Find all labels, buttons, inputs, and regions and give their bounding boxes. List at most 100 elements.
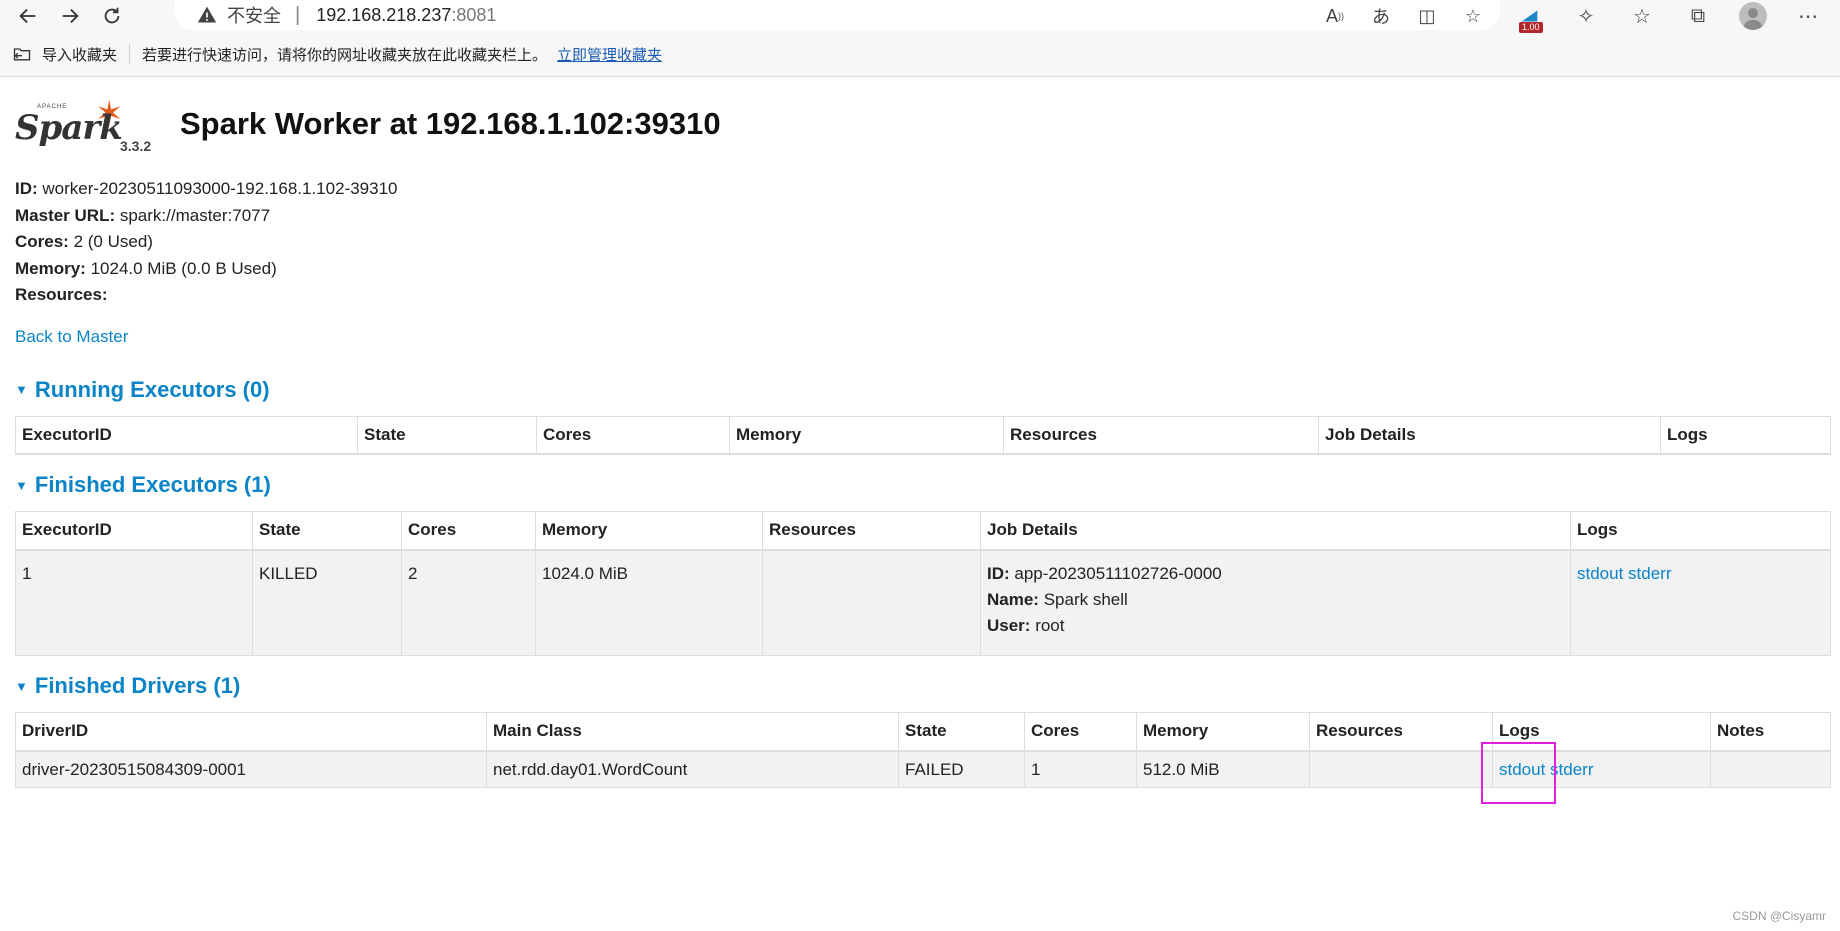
address-port[interactable]: :8081 [451, 5, 496, 26]
warning-icon[interactable] [197, 5, 217, 25]
address-host[interactable]: 192.168.218.237 [316, 5, 451, 26]
more-menu-icon[interactable]: ⋯ [1793, 1, 1823, 31]
running-executors-title: Running Executors (0) [34, 376, 270, 402]
job-name-label: Name: [987, 589, 1039, 609]
collapse-arrow-icon: ▼ [15, 382, 28, 397]
col-header[interactable]: ExecutorID [15, 511, 253, 551]
memory-cell: 1024.0 MiB [535, 549, 763, 656]
table-header-row: ExecutorID State Cores Memory Resources … [15, 511, 1831, 551]
col-header[interactable]: Logs [1660, 415, 1831, 455]
collapse-arrow-icon: ▼ [15, 477, 28, 493]
col-header[interactable]: Main Class [486, 712, 899, 752]
collapse-arrow-icon: ▼ [15, 678, 28, 694]
col-header[interactable]: Memory [535, 511, 763, 551]
finished-drivers-title: Finished Drivers (1) [34, 673, 241, 698]
finished-executors-table: ExecutorID State Cores Memory Resources … [15, 511, 1831, 656]
job-id-line: ID: app-20230511102726-0000 [987, 561, 1564, 587]
bookmarks-bar: 导入收藏夹 若要进行快速访问，请将你的网址收藏夹放在此收藏夹栏上。 立即管理收藏… [0, 32, 1840, 77]
page-header: APACHE ✶ Spark 3.3.2 Spark Worker at 192… [15, 77, 1828, 154]
import-favorites-label: 导入收藏夹 [42, 46, 118, 64]
manage-favorites-link[interactable]: 立即管理收藏夹 [557, 44, 662, 65]
master-url-value: spark://master:7077 [115, 205, 271, 225]
page-content: APACHE ✶ Spark 3.3.2 Spark Worker at 192… [0, 77, 1840, 788]
finished-executors-title: Finished Executors (1) [34, 472, 271, 497]
job-name-value: Spark shell [1038, 589, 1128, 609]
col-header[interactable]: Logs [1570, 511, 1831, 551]
col-header[interactable]: Cores [536, 415, 730, 455]
bookmarks-divider [129, 44, 131, 64]
cores-label: Cores: [15, 232, 69, 251]
resources-cell [1309, 750, 1493, 788]
browser-toolbar: 不安全 | 192.168.218.237:8081 A)) あ ◫ ☆ 1.0… [0, 0, 1840, 33]
col-header[interactable]: Resources [1003, 415, 1319, 455]
logo-spark-text: Spark [15, 108, 123, 148]
col-header[interactable]: Cores [401, 511, 536, 551]
spark-logo[interactable]: APACHE ✶ Spark 3.3.2 [15, 94, 151, 154]
col-header[interactable]: Resources [1309, 712, 1493, 752]
read-aloud-icon[interactable]: A)) [1322, 3, 1348, 29]
job-details-cell: ID: app-20230511102726-0000 Name: Spark … [980, 549, 1571, 656]
resources-label: Resources: [15, 285, 108, 304]
job-id-value: app-20230511102726-0000 [1009, 563, 1222, 583]
col-header[interactable]: Job Details [1318, 415, 1661, 455]
translate-icon[interactable]: あ [1368, 3, 1394, 29]
stderr-link[interactable]: stderr [1628, 564, 1671, 583]
back-icon[interactable] [10, 0, 46, 32]
state-cell: KILLED [252, 549, 402, 656]
col-header[interactable]: Logs [1492, 712, 1711, 752]
cores-cell: 1 [1024, 750, 1137, 788]
running-executors-table: ExecutorID State Cores Memory Resources … [15, 415, 1831, 455]
master-url-line: Master URL: spark://master:7077 [15, 203, 1828, 230]
col-header[interactable]: Cores [1024, 712, 1137, 752]
extensions-puzzle-icon[interactable]: ✧ [1571, 1, 1601, 31]
forward-icon[interactable] [52, 0, 88, 32]
table-header-row: ExecutorID State Cores Memory Resources … [15, 415, 1831, 455]
finished-drivers-toggle[interactable]: ▼ Finished Drivers (1) [15, 673, 1828, 699]
refresh-icon[interactable] [94, 0, 130, 32]
col-header[interactable]: State [252, 511, 402, 551]
finished-executors-toggle[interactable]: ▼ Finished Executors (1) [15, 472, 1828, 498]
cores-cell: 2 [401, 549, 536, 656]
state-cell: FAILED [898, 750, 1025, 788]
col-header[interactable]: State [357, 415, 537, 455]
col-header[interactable]: Memory [1136, 712, 1310, 752]
add-favorite-icon[interactable]: ☆ [1460, 3, 1486, 29]
import-favorites-button[interactable]: 导入收藏夹 [12, 44, 117, 65]
job-id-label: ID: [987, 563, 1010, 583]
col-header[interactable]: Memory [729, 415, 1004, 455]
table-row: 1 KILLED 2 1024.0 MiB ID: app-2023051110… [15, 549, 1831, 656]
job-user-value: root [1030, 615, 1065, 635]
profile-avatar-icon[interactable] [1739, 2, 1767, 30]
col-header[interactable]: Job Details [980, 511, 1571, 551]
extension-icon[interactable]: 1.00 [1515, 1, 1545, 33]
col-header[interactable]: ExecutorID [15, 415, 358, 455]
back-to-master-link[interactable]: Back to Master [15, 327, 128, 347]
stdout-link[interactable]: stdout [1499, 760, 1545, 779]
job-user-label: User: [987, 615, 1031, 635]
logs-cell: stdout stderr [1570, 549, 1831, 656]
address-bar[interactable]: 不安全 | 192.168.218.237:8081 A)) あ ◫ ☆ [175, 0, 1500, 30]
import-folder-icon [13, 48, 31, 61]
table-row: driver-20230515084309-0001 net.rdd.day01… [15, 750, 1831, 788]
collections-icon[interactable]: ⧉ [1683, 1, 1713, 31]
master-url-label: Master URL: [15, 205, 116, 225]
running-executors-toggle[interactable]: ▼ Running Executors (0) [15, 377, 1828, 403]
col-header[interactable]: DriverID [15, 712, 487, 752]
logs-cell: stdout stderr [1492, 750, 1711, 788]
col-header[interactable]: State [898, 712, 1025, 752]
executor-id-cell: 1 [15, 549, 253, 656]
cores-value: 2 (0 Used) [68, 232, 153, 251]
split-screen-icon[interactable]: ◫ [1414, 3, 1440, 29]
stdout-link[interactable]: stdout [1577, 564, 1623, 583]
col-header[interactable]: Resources [762, 511, 981, 551]
job-user-line: User: root [987, 613, 1564, 639]
resources-cell [762, 549, 981, 656]
worker-info: ID: worker-20230511093000-192.168.1.102-… [15, 176, 1828, 309]
address-actions: A)) あ ◫ ☆ [1322, 3, 1486, 29]
stderr-link[interactable]: stderr [1550, 760, 1593, 779]
favorites-icon[interactable]: ☆ [1627, 1, 1657, 31]
worker-id-line: ID: worker-20230511093000-192.168.1.102-… [15, 176, 1828, 203]
finished-drivers-table: DriverID Main Class State Cores Memory R… [15, 712, 1831, 788]
security-label[interactable]: 不安全 [227, 2, 281, 28]
col-header[interactable]: Notes [1710, 712, 1831, 752]
